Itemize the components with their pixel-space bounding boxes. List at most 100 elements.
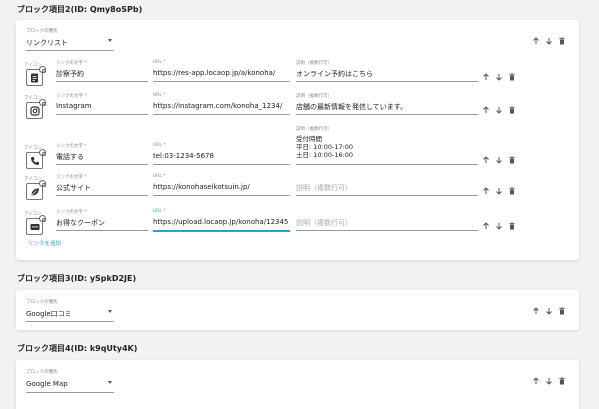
link-text-input[interactable]: 公式サイト	[56, 183, 91, 193]
move-down-icon[interactable]	[545, 377, 553, 385]
block-type-label: ブロックの種別	[26, 300, 58, 305]
edit-badge-icon[interactable]	[39, 149, 46, 156]
block-card: ブロックの種別 Google口コミ	[16, 290, 579, 330]
input-underline	[296, 164, 478, 165]
edit-badge-icon[interactable]	[39, 66, 46, 73]
description-input[interactable]: 説明（複数行可）	[296, 218, 352, 228]
move-up-icon[interactable]	[482, 73, 490, 81]
description-line: 土日: 10:00-16:00	[296, 151, 354, 159]
link-text-input[interactable]: 電話する	[56, 152, 84, 162]
url-input[interactable]: https://res-app.locaop.jp/a/konoha/	[153, 69, 275, 77]
link-controls	[482, 187, 516, 195]
move-down-icon[interactable]	[495, 73, 503, 81]
document-icon	[31, 73, 38, 82]
input-underline	[56, 164, 148, 165]
block-type-select[interactable]: リンクリスト	[26, 36, 114, 50]
link-text-label: リンクの文字 *	[56, 94, 87, 99]
icon-picker[interactable]	[26, 99, 46, 119]
icon-picker[interactable]	[26, 66, 46, 86]
move-up-icon[interactable]	[482, 222, 490, 230]
move-down-icon[interactable]	[495, 187, 503, 195]
move-down-icon[interactable]	[545, 307, 553, 315]
block-controls	[532, 377, 566, 385]
input-underline	[296, 230, 478, 231]
icon-picker[interactable]	[26, 149, 46, 169]
link-text-label: リンクの文字 *	[56, 175, 87, 180]
move-down-icon[interactable]	[545, 37, 553, 45]
move-up-icon[interactable]	[482, 106, 490, 114]
input-underline-focused	[153, 230, 290, 232]
move-up-icon[interactable]	[532, 37, 540, 45]
phone-icon	[30, 156, 39, 165]
description-input[interactable]: オンライン予約はこちら	[296, 69, 373, 79]
delete-icon[interactable]	[508, 187, 516, 195]
link-text-input[interactable]: Instagram	[56, 102, 92, 110]
input-underline	[56, 114, 148, 115]
block-type-value: Google Map	[26, 380, 68, 388]
input-underline	[56, 230, 148, 231]
block-type-label: ブロックの種別	[26, 370, 58, 375]
select-underline	[26, 321, 114, 322]
delete-icon[interactable]	[508, 222, 516, 230]
block-type-select[interactable]: Google口コミ	[26, 307, 114, 321]
description-label: 説明（複数行可）	[296, 127, 332, 132]
url-label: URL *	[153, 209, 166, 214]
chevron-down-icon	[108, 381, 112, 384]
move-up-icon[interactable]	[532, 307, 540, 315]
move-down-icon[interactable]	[495, 222, 503, 230]
select-underline	[26, 392, 114, 393]
input-underline	[56, 195, 148, 196]
delete-icon[interactable]	[558, 37, 566, 45]
select-underline	[26, 50, 114, 51]
move-down-icon[interactable]	[495, 106, 503, 114]
instagram-icon	[29, 105, 40, 116]
url-input[interactable]: tel:03-1234-5678	[153, 152, 214, 160]
block-card: ブロックの種別 リンクリスト アイコン リンクの文字 * 診察予約 URL * …	[16, 20, 579, 260]
url-label: URL *	[153, 174, 166, 179]
block-type-value: Google口コミ	[26, 310, 72, 318]
move-up-icon[interactable]	[532, 377, 540, 385]
block-title: ブロック項目2(ID: Qmy8oSPb)	[17, 5, 143, 14]
edit-badge-icon[interactable]	[39, 215, 46, 222]
input-underline	[153, 195, 290, 196]
delete-icon[interactable]	[558, 307, 566, 315]
description-input[interactable]: 受付時間 平日: 10:00-17:00 土日: 10:00-16:00	[296, 135, 353, 159]
description-input[interactable]: 店舗の最新情報を発信しています。	[296, 102, 407, 112]
block-card: ブロックの種別 Google Map	[16, 360, 579, 409]
link-controls	[482, 156, 516, 164]
description-line: 平日: 10:00-17:00	[296, 143, 354, 151]
description-input[interactable]: 説明（複数行可）	[296, 183, 352, 193]
coupon-icon	[30, 223, 39, 230]
link-text-input[interactable]: 診察予約	[56, 69, 84, 79]
block-type-select[interactable]: Google Map	[26, 378, 114, 392]
url-input[interactable]: https://upload.locaop.jp/konoha/12345	[153, 218, 288, 226]
input-underline	[153, 164, 290, 165]
link-text-input[interactable]: お得なクーポン	[56, 218, 105, 228]
icon-picker[interactable]	[26, 180, 46, 200]
url-input[interactable]: https://konohaseikotsuin.jp/	[153, 183, 250, 191]
move-down-icon[interactable]	[495, 156, 503, 164]
delete-icon[interactable]	[558, 377, 566, 385]
add-link-button[interactable]: リンクを追加	[28, 239, 61, 247]
delete-icon[interactable]	[508, 106, 516, 114]
description-label: 説明（複数行可）	[296, 94, 332, 99]
link-controls	[482, 222, 516, 230]
move-up-icon[interactable]	[482, 156, 490, 164]
block-title: ブロック項目4(ID: k9qUty4K)	[17, 344, 138, 353]
description-label: 説明（複数行可）	[296, 61, 332, 66]
icon-picker[interactable]	[26, 215, 46, 235]
move-up-icon[interactable]	[482, 187, 490, 195]
block-controls	[532, 307, 566, 315]
edit-badge-icon[interactable]	[39, 180, 46, 187]
input-underline	[153, 81, 290, 82]
delete-icon[interactable]	[508, 73, 516, 81]
input-underline	[296, 114, 478, 115]
edit-badge-icon[interactable]	[39, 99, 46, 106]
input-underline	[56, 81, 148, 82]
delete-icon[interactable]	[508, 156, 516, 164]
link-text-label: リンクの文字 *	[56, 144, 87, 149]
input-underline	[153, 114, 290, 115]
block-type-label: ブロックの種別	[26, 29, 58, 34]
url-input[interactable]: https://instagram.com/konoha_1234/	[153, 102, 282, 110]
chevron-down-icon	[108, 310, 112, 313]
